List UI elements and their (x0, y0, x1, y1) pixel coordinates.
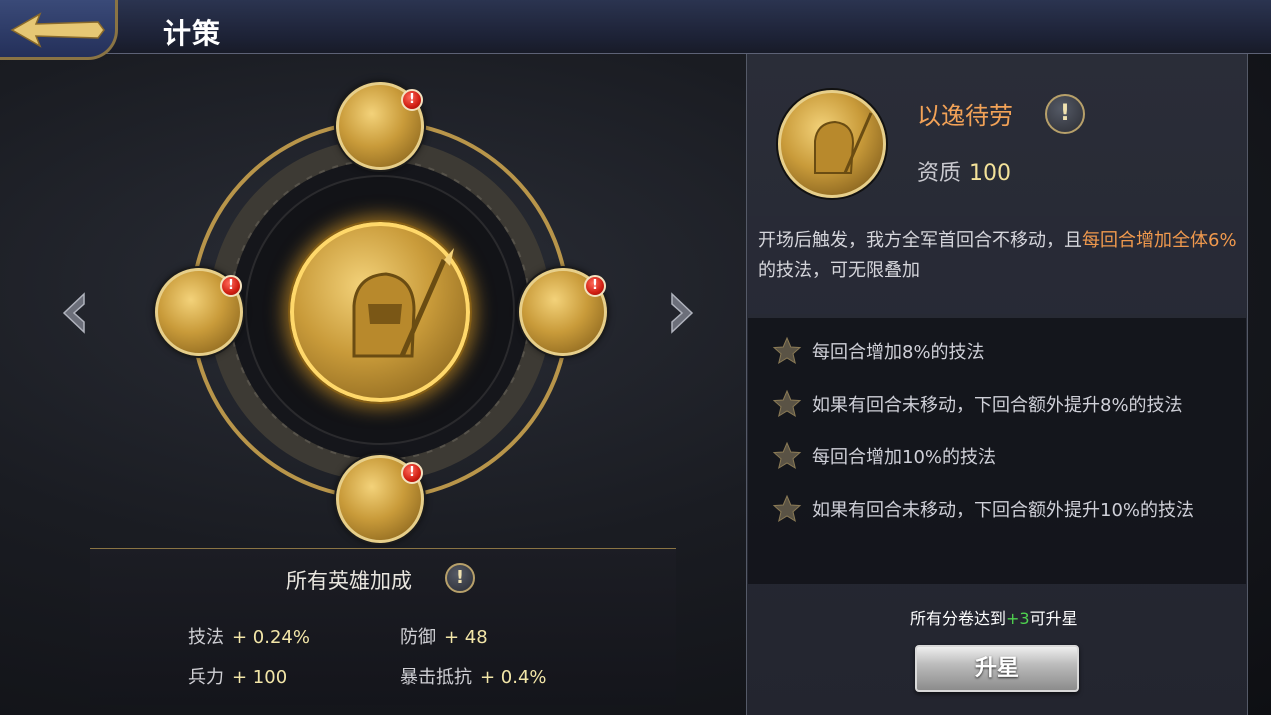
alert-icon: ! (220, 275, 242, 297)
stat-label: 暴击抵抗 (400, 667, 472, 688)
all-heroes-bonus-panel: 所有英雄加成 ! 技法 + 0.24% 防御 + 48 兵力 + 100 暴击抵抗 + … (90, 548, 676, 705)
star-icon (772, 389, 802, 418)
alert-icon: ! (584, 275, 606, 297)
skill-info-icon[interactable]: ! (1045, 94, 1085, 134)
bonus-title: 所有英雄加成 (286, 569, 412, 593)
stat-value: + 0.24% (232, 627, 310, 648)
skill-node-top[interactable]: ! (336, 82, 424, 170)
warrior-portrait-icon (814, 112, 873, 174)
star-effect-text: 如果有回合未移动，下回合额外提升8%的技法 (812, 395, 1183, 416)
stat-value: + 48 (444, 627, 488, 648)
next-arrow-icon[interactable] (666, 292, 696, 334)
star-effect-text: 如果有回合未移动，下回合额外提升10%的技法 (812, 500, 1195, 521)
back-button[interactable] (0, 0, 118, 60)
desc-text: 开场后触发，我方全军首回合不移动，且 (758, 230, 1082, 251)
alert-icon: ! (401, 89, 423, 111)
skill-portrait (778, 90, 886, 198)
skill-quality: 资质 100 (917, 155, 1011, 187)
stat-label: 防御 (400, 627, 436, 648)
req-text: 可升星 (1029, 609, 1078, 628)
stat-crit-resist: 暴击抵抗 + 0.4% (400, 663, 547, 689)
skill-node-left[interactable]: ! (155, 268, 243, 356)
stat-skill: 技法 + 0.24% (188, 623, 310, 649)
skill-node-center[interactable] (290, 222, 470, 402)
back-arrow-icon (10, 12, 105, 48)
star-icon (772, 336, 802, 365)
skill-node-right[interactable]: ! (519, 268, 607, 356)
upgrade-requirement: 所有分卷达到+3可升星 (910, 605, 1078, 629)
desc-text: 的技法，可无限叠加 (758, 260, 920, 281)
stat-value: + 100 (232, 667, 288, 688)
skill-name: 以逸待劳 (917, 102, 1013, 130)
desc-highlight: 每回合增加全体6% (1082, 230, 1237, 251)
star-effect-text: 每回合增加8%的技法 (812, 342, 985, 363)
req-value: +3 (1006, 609, 1030, 628)
alert-icon: ! (401, 462, 423, 484)
bonus-info-icon[interactable]: ! (445, 563, 475, 593)
req-text: 所有分卷达到 (910, 609, 1007, 628)
star-icon (772, 441, 802, 470)
star-icon (772, 494, 802, 523)
top-bar: 计策 (0, 0, 1271, 60)
stat-defense: 防御 + 48 (400, 623, 488, 649)
stat-label: 兵力 (188, 667, 224, 688)
skill-description: 开场后触发，我方全军首回合不移动，且每回合增加全体6% 的技法，可无限叠加 (758, 226, 1242, 286)
quality-value: 100 (969, 161, 1012, 186)
warrior-portrait-icon (352, 248, 454, 358)
quality-label: 资质 (917, 161, 962, 186)
skill-node-bottom[interactable]: ! (336, 455, 424, 543)
page-title: 计策 (163, 17, 222, 50)
stat-value: + 0.4% (480, 667, 547, 688)
stat-label: 技法 (188, 627, 224, 648)
stat-troops: 兵力 + 100 (188, 663, 287, 689)
previous-arrow-icon[interactable] (60, 292, 90, 334)
upgrade-star-button[interactable]: 升星 (915, 645, 1079, 692)
star-effect-text: 每回合增加10%的技法 (812, 447, 997, 468)
